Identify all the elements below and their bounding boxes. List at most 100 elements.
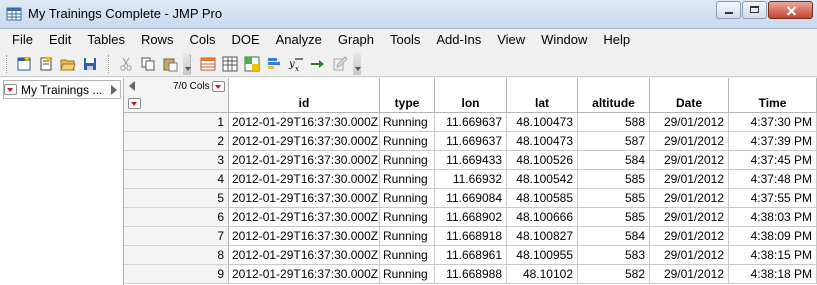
data-grid-icon[interactable]: [199, 55, 217, 73]
table-cell[interactable]: 4:37:45 PM: [729, 151, 817, 170]
fit-y-by-x-icon[interactable]: yx: [287, 55, 305, 73]
table-cell[interactable]: 29/01/2012: [650, 113, 729, 132]
date-column-header[interactable]: Date: [650, 78, 729, 113]
table-cell[interactable]: 4:37:55 PM: [729, 189, 817, 208]
table-cell[interactable]: 2012-01-29T16:37:30.000Z: [229, 189, 380, 208]
table-cell[interactable]: 2012-01-29T16:37:30.000Z: [229, 113, 380, 132]
table-cell[interactable]: 48.100526: [507, 151, 578, 170]
time-column-header[interactable]: Time: [729, 78, 817, 113]
table-cell[interactable]: Running: [380, 246, 435, 265]
red-triangle-menu-icon[interactable]: [4, 84, 17, 95]
table-cell[interactable]: 48.100473: [507, 132, 578, 151]
table-cell[interactable]: 585: [578, 170, 650, 189]
table-cell[interactable]: 2012-01-29T16:37:30.000Z: [229, 132, 380, 151]
menu-rows[interactable]: Rows: [133, 32, 182, 47]
table-cell[interactable]: 2012-01-29T16:37:30.000Z: [229, 208, 380, 227]
menu-file[interactable]: File: [0, 32, 41, 47]
table-cell[interactable]: 11.669084: [435, 189, 507, 208]
minimize-button[interactable]: [716, 1, 741, 19]
table-cell[interactable]: 48.100666: [507, 208, 578, 227]
table-cell[interactable]: 584: [578, 151, 650, 170]
table-cell[interactable]: 48.10102: [507, 265, 578, 284]
toolbar-overflow-button[interactable]: [353, 53, 361, 75]
row-number[interactable]: 1: [124, 113, 229, 132]
maximize-button[interactable]: [742, 1, 767, 19]
table-cell[interactable]: 29/01/2012: [650, 208, 729, 227]
table-cell[interactable]: 4:38:03 PM: [729, 208, 817, 227]
table-cell[interactable]: 588: [578, 113, 650, 132]
type-column-header[interactable]: type: [380, 78, 435, 113]
table-cell[interactable]: 4:37:48 PM: [729, 170, 817, 189]
table-icon[interactable]: [221, 55, 239, 73]
table-cell[interactable]: 29/01/2012: [650, 227, 729, 246]
new-data-table-icon[interactable]: [15, 55, 33, 73]
toolbar-grip[interactable]: [6, 55, 10, 73]
table-cell[interactable]: 29/01/2012: [650, 170, 729, 189]
table-cell[interactable]: 48.100955: [507, 246, 578, 265]
open-folder-icon[interactable]: [59, 55, 77, 73]
toolbar-grip[interactable]: [108, 55, 112, 73]
cut-icon[interactable]: [117, 55, 135, 73]
rows-red-triangle-icon[interactable]: [128, 98, 141, 109]
paste-icon[interactable]: [161, 55, 179, 73]
table-cell[interactable]: 4:37:39 PM: [729, 132, 817, 151]
menu-window[interactable]: Window: [533, 32, 595, 47]
row-number[interactable]: 4: [124, 170, 229, 189]
table-cell[interactable]: 583: [578, 246, 650, 265]
table-cell[interactable]: Running: [380, 227, 435, 246]
table-cell[interactable]: 584: [578, 227, 650, 246]
lon-column-header[interactable]: lon: [435, 78, 507, 113]
id-column-header[interactable]: id: [229, 78, 380, 113]
menu-cols[interactable]: Cols: [181, 32, 223, 47]
distribution-icon[interactable]: [265, 55, 283, 73]
table-cell[interactable]: 11.668902: [435, 208, 507, 227]
menu-analyze[interactable]: Analyze: [268, 32, 330, 47]
menu-add-ins[interactable]: Add-Ins: [428, 32, 489, 47]
table-cell[interactable]: Running: [380, 208, 435, 227]
table-cell[interactable]: 4:38:18 PM: [729, 265, 817, 284]
table-cell[interactable]: 29/01/2012: [650, 189, 729, 208]
menu-doe[interactable]: DOE: [223, 32, 267, 47]
table-cell[interactable]: 4:38:15 PM: [729, 246, 817, 265]
close-button[interactable]: [768, 1, 813, 19]
table-cell[interactable]: 585: [578, 189, 650, 208]
table-cell[interactable]: 4:37:30 PM: [729, 113, 817, 132]
table-cell[interactable]: 585: [578, 208, 650, 227]
save-icon[interactable]: [81, 55, 99, 73]
table-cell[interactable]: 11.669637: [435, 113, 507, 132]
table-cell[interactable]: 11.669433: [435, 151, 507, 170]
table-cell[interactable]: Running: [380, 132, 435, 151]
table-cell[interactable]: 2012-01-29T16:37:30.000Z: [229, 265, 380, 284]
table-cell[interactable]: 29/01/2012: [650, 246, 729, 265]
menu-tables[interactable]: Tables: [79, 32, 133, 47]
table-cell[interactable]: 11.668961: [435, 246, 507, 265]
table-cell[interactable]: Running: [380, 170, 435, 189]
table-cell[interactable]: Running: [380, 265, 435, 284]
row-number[interactable]: 7: [124, 227, 229, 246]
expand-arrow-icon[interactable]: [111, 84, 117, 95]
table-cell[interactable]: 2012-01-29T16:37:30.000Z: [229, 246, 380, 265]
menu-view[interactable]: View: [489, 32, 533, 47]
menu-edit[interactable]: Edit: [41, 32, 79, 47]
row-number[interactable]: 9: [124, 265, 229, 284]
table-cell[interactable]: 48.100585: [507, 189, 578, 208]
table-cell[interactable]: Running: [380, 113, 435, 132]
table-cell[interactable]: 29/01/2012: [650, 151, 729, 170]
new-script-icon[interactable]: [37, 55, 55, 73]
table-cell[interactable]: 11.66932: [435, 170, 507, 189]
row-number[interactable]: 5: [124, 189, 229, 208]
table-cell[interactable]: 29/01/2012: [650, 132, 729, 151]
menu-tools[interactable]: Tools: [382, 32, 428, 47]
table-cell[interactable]: Running: [380, 189, 435, 208]
fit-model-icon[interactable]: [309, 55, 327, 73]
table-cell[interactable]: 48.100542: [507, 170, 578, 189]
table-cell[interactable]: 2012-01-29T16:37:30.000Z: [229, 151, 380, 170]
copy-icon[interactable]: [139, 55, 157, 73]
lat-column-header[interactable]: lat: [507, 78, 578, 113]
table-cell[interactable]: 587: [578, 132, 650, 151]
data-table-icon[interactable]: [6, 6, 22, 22]
table-cell[interactable]: 29/01/2012: [650, 265, 729, 284]
table-cell[interactable]: 48.100473: [507, 113, 578, 132]
row-number[interactable]: 8: [124, 246, 229, 265]
columns-red-triangle-icon[interactable]: [212, 81, 225, 92]
